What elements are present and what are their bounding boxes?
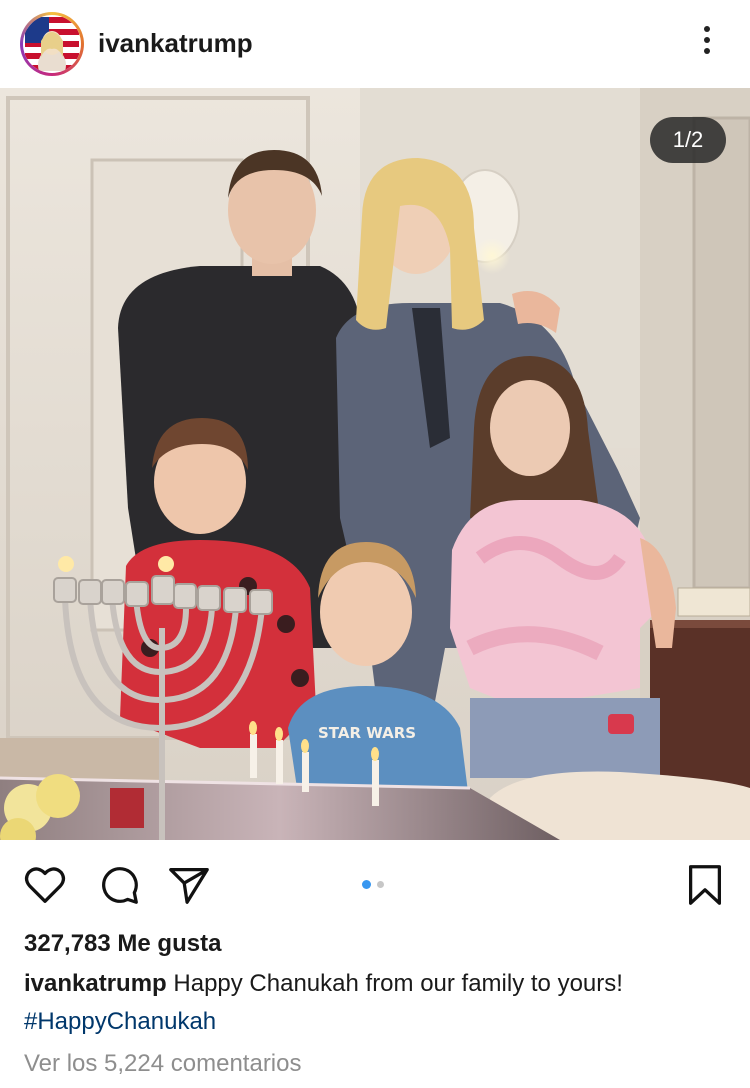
carousel-counter: 1/2 [650, 117, 726, 163]
caption-username[interactable]: ivankatrump [24, 970, 167, 997]
carousel-indicator [362, 880, 388, 890]
post-header: ivankatrump [0, 0, 750, 88]
likes-count[interactable]: 327,783 Me gusta [24, 930, 221, 958]
username[interactable]: ivankatrump [98, 28, 253, 59]
carousel-dot [377, 881, 384, 888]
hashtag-link[interactable]: #HappyChanukah [24, 1008, 216, 1036]
heart-icon[interactable] [22, 862, 68, 908]
send-icon[interactable] [166, 862, 212, 908]
family-photo: STAR WARS [0, 88, 750, 840]
post-actions [0, 852, 750, 916]
carousel-dot-active [362, 880, 371, 889]
bookmark-icon[interactable] [682, 862, 728, 908]
more-vertical-icon[interactable] [700, 26, 714, 62]
caption-text: Happy Chanukah from our family to yours! [173, 970, 623, 997]
view-comments-link[interactable]: Ver los 5,224 comentarios [24, 1050, 302, 1078]
svg-text:STAR WARS: STAR WARS [318, 724, 416, 742]
avatar[interactable] [20, 12, 84, 76]
caption: ivankatrump Happy Chanukah from our fami… [24, 970, 623, 998]
post-photo[interactable]: STAR WARS 1/2 [0, 88, 750, 840]
comment-icon[interactable] [96, 862, 142, 908]
avatar-image [23, 15, 81, 73]
